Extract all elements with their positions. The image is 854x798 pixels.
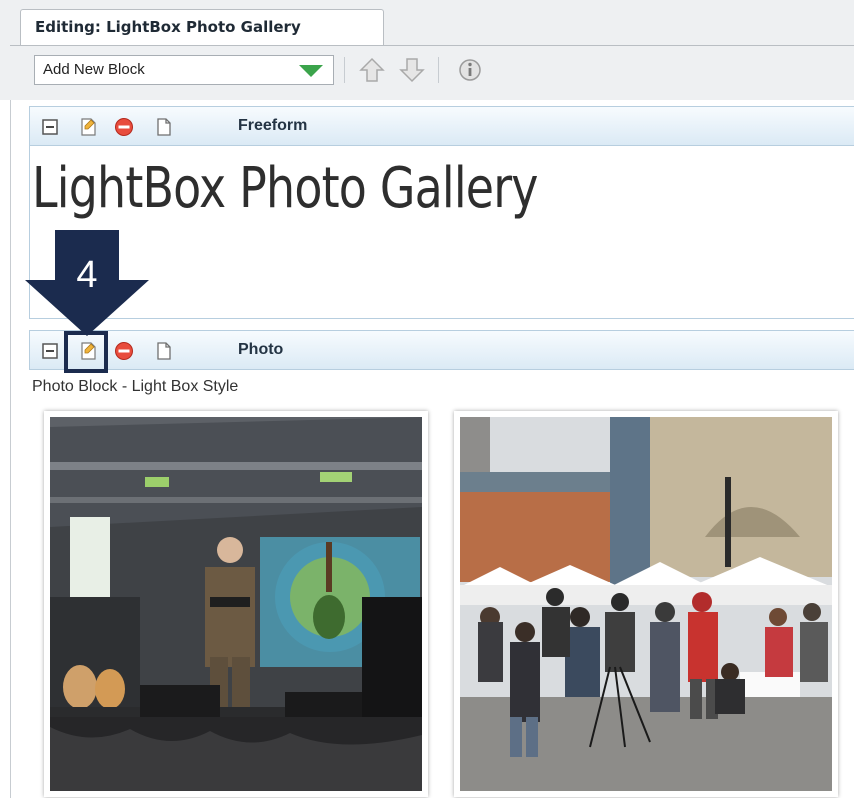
toolbar-separator bbox=[344, 57, 345, 83]
move-up-arrow-icon[interactable] bbox=[358, 56, 386, 84]
add-block-value: Add New Block bbox=[43, 61, 145, 78]
callout-number: 4 bbox=[76, 254, 97, 296]
tab-editing[interactable]: Editing: LightBox Photo Gallery bbox=[20, 9, 384, 45]
properties-icon[interactable] bbox=[154, 341, 174, 361]
stage-photo-image bbox=[50, 417, 422, 791]
delete-block-icon[interactable] bbox=[114, 341, 134, 361]
callout-highlight-box bbox=[64, 331, 108, 373]
move-down-arrow-icon[interactable] bbox=[398, 56, 426, 84]
crowd-photo-image bbox=[460, 417, 832, 791]
edit-block-icon[interactable] bbox=[78, 117, 98, 137]
delete-block-icon[interactable] bbox=[114, 117, 134, 137]
freeform-block-bar: Freeform bbox=[29, 106, 854, 146]
toolbar-separator bbox=[438, 57, 439, 83]
block-type-label: Photo bbox=[238, 341, 284, 358]
info-icon[interactable] bbox=[456, 56, 484, 84]
gallery-photo-crowd[interactable] bbox=[454, 411, 838, 797]
photo-block-bar: Photo bbox=[29, 330, 854, 370]
collapse-icon[interactable] bbox=[40, 341, 60, 361]
add-block-select[interactable]: Add New Block bbox=[34, 55, 334, 85]
dropdown-arrow-icon[interactable] bbox=[299, 65, 323, 77]
tab-divider bbox=[10, 45, 854, 46]
step-callout-arrow: 4 bbox=[25, 230, 149, 336]
properties-icon[interactable] bbox=[154, 117, 174, 137]
photo-block-description: Photo Block - Light Box Style bbox=[32, 378, 239, 395]
collapse-icon[interactable] bbox=[40, 117, 60, 137]
gallery-photo-stage[interactable] bbox=[44, 411, 428, 797]
gallery-title: LightBox Photo Gallery bbox=[32, 156, 538, 221]
block-type-label: Freeform bbox=[238, 117, 308, 134]
tab-label: Editing: LightBox Photo Gallery bbox=[35, 18, 301, 36]
